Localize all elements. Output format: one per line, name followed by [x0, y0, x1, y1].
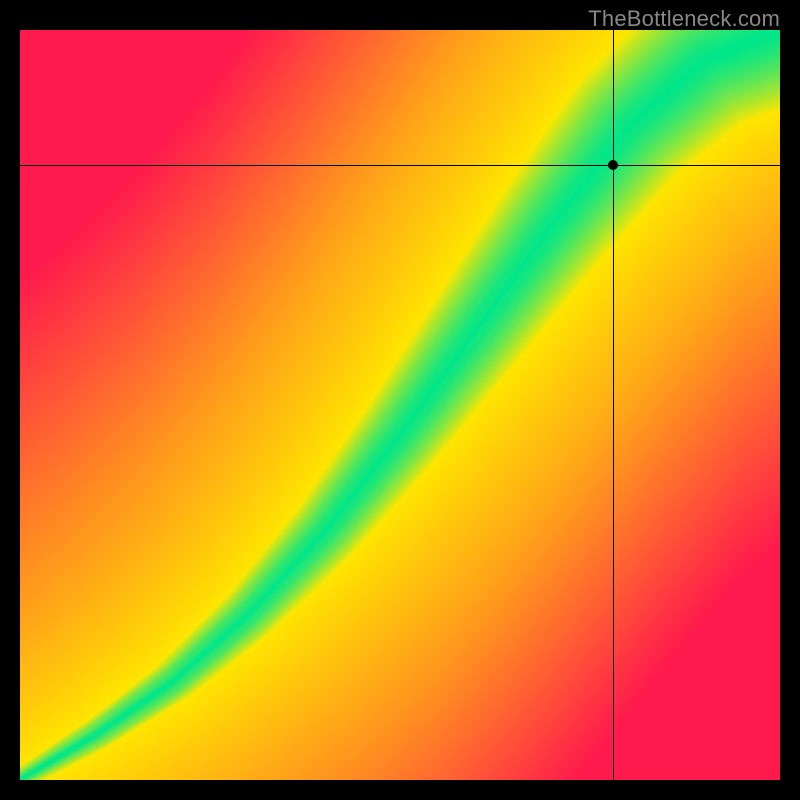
crosshair-marker: [608, 160, 618, 170]
chart-container: TheBottleneck.com: [0, 0, 800, 800]
heatmap-plot: [20, 30, 780, 780]
crosshair-horizontal: [20, 165, 780, 166]
crosshair-vertical: [613, 30, 614, 780]
heatmap-canvas: [20, 30, 780, 780]
watermark-text: TheBottleneck.com: [588, 6, 780, 32]
